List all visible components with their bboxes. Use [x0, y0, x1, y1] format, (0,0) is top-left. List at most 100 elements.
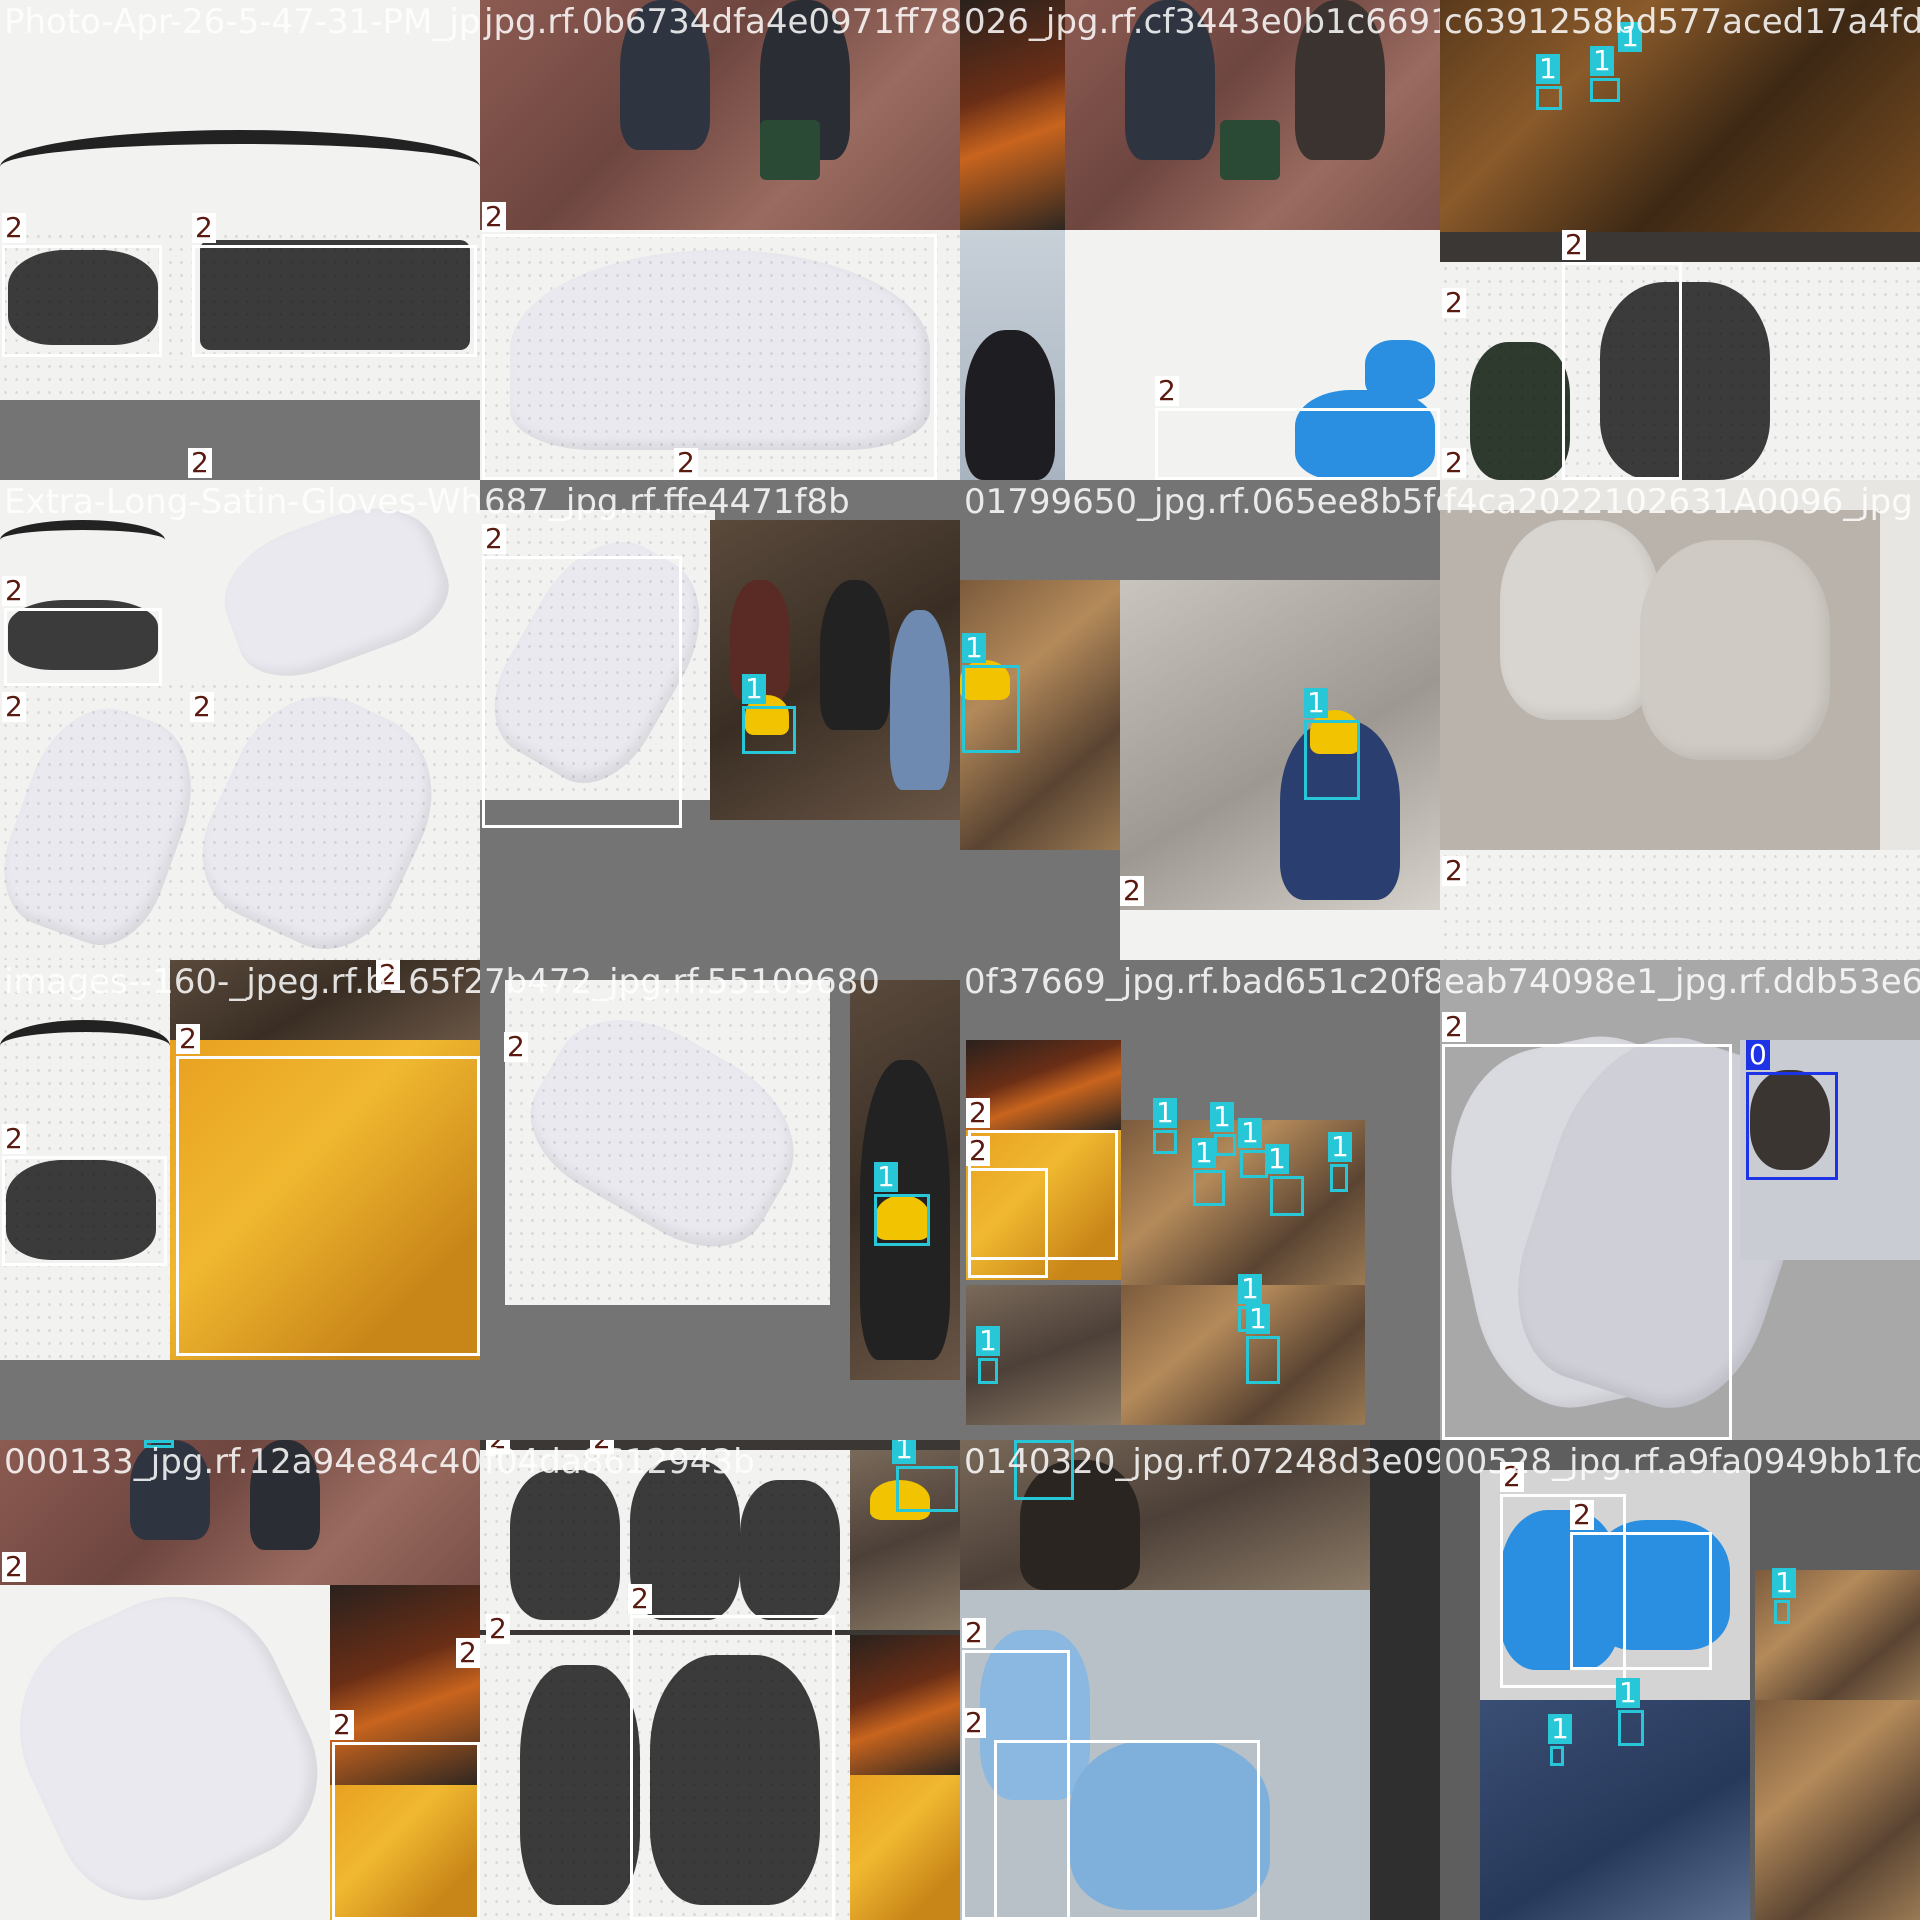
detection-label: 2 — [2, 1124, 26, 1154]
mosaic-tile: 2 2 2 Extra-Long-Satin-Gloves-Wholesale — [0, 480, 480, 960]
image-segment — [1370, 1440, 1440, 1920]
detection-box — [1590, 78, 1620, 102]
detection-label: 1 — [962, 633, 986, 663]
detection-box — [1153, 1130, 1177, 1154]
mosaic-tile: 1 1 1 2 2 2 c6391258bd577aced17a4fda — [1440, 0, 1920, 480]
detection-label: 2 — [1570, 1500, 1594, 1530]
detection-label: 2 — [456, 1638, 480, 1668]
detection-box — [2, 245, 162, 357]
image-filename: f04da8612943b — [484, 1442, 755, 1482]
detection-box — [1270, 1176, 1304, 1216]
detection-box — [968, 1168, 1048, 1278]
image-segment — [0, 680, 480, 960]
mosaic-tile: 2 2 1 2 2 f04da8612943b — [480, 1440, 960, 1920]
detection-label: 2 — [962, 1708, 986, 1738]
image-segment — [850, 1775, 960, 1920]
detection-label: 2 — [330, 1710, 354, 1740]
detection-label: 1 — [874, 1162, 898, 1192]
image-segment — [960, 230, 1065, 480]
detection-label: 2 — [2, 1552, 26, 1582]
mosaic-tile: 2 2 2 images--160-_jpeg.rf.b165f2 — [0, 960, 480, 1440]
detection-label: 2 — [2, 213, 26, 243]
detection-label: 2 — [1120, 876, 1144, 906]
image-segment — [850, 1635, 960, 1775]
detection-label: 2 — [962, 1618, 986, 1648]
detection-box — [332, 1742, 480, 1920]
detection-box — [896, 1466, 958, 1512]
detection-label: 1 — [1536, 54, 1560, 84]
detection-box — [1550, 1746, 1564, 1766]
detection-box — [962, 665, 1020, 753]
detection-label: 1 — [1246, 1304, 1270, 1334]
detection-label: 1 — [1153, 1098, 1177, 1128]
detection-box — [4, 608, 162, 686]
detection-label: 2 — [190, 692, 214, 722]
detection-box — [1214, 1134, 1236, 1156]
image-segment — [0, 1360, 480, 1440]
detection-box — [482, 556, 682, 828]
detection-box — [1618, 1710, 1644, 1746]
detection-label: 2 — [1442, 448, 1466, 478]
mosaic-tile: 2 2 1 1 1 1 1 1 1 1 1 0f37669_jpg.rf.bad… — [960, 960, 1440, 1440]
detection-label: 1 — [742, 674, 766, 704]
detection-box — [1562, 262, 1682, 480]
detection-label: 2 — [966, 1098, 990, 1128]
detection-label: 2 — [1155, 376, 1179, 406]
image-segment — [710, 520, 960, 820]
image-segment — [0, 400, 480, 480]
image-filename: Photo-Apr-26-5-47-31-PM_jpg.rf.0b6734dfa… — [4, 2, 480, 42]
mosaic-tile: 2 f4ca2022102631A0096_jpg — [1440, 480, 1920, 960]
detection-label: 2 — [2, 692, 26, 722]
detection-label: 1 — [1265, 1144, 1289, 1174]
detection-box — [742, 706, 796, 754]
detection-label: 2 — [674, 448, 698, 478]
detection-box — [1570, 1532, 1712, 1670]
detection-label: 1 — [976, 1326, 1000, 1356]
detection-label: 2 — [628, 1584, 652, 1614]
detection-box — [1330, 1164, 1348, 1192]
detection-label: 2 — [1442, 1012, 1466, 1042]
mosaic-tile: 2 2 2 Photo-Apr-26-5-47-31-PM_jpg.rf.0b6… — [0, 0, 480, 480]
detection-label: 2 — [504, 1032, 528, 1062]
detection-box — [630, 1615, 835, 1920]
image-filename: 0140320_jpg.rf.07248d3e09 — [964, 1442, 1440, 1482]
image-filename: images--160-_jpeg.rf.b165f2 — [4, 962, 480, 1002]
mosaic-tile: 1 2 2 2 000133_jpg.rf.12a94e84c40 — [0, 1440, 480, 1920]
detection-label: 2 — [176, 1024, 200, 1054]
detection-box — [978, 1358, 998, 1384]
detection-label: 2 — [966, 1136, 990, 1166]
detection-box — [994, 1740, 1260, 1920]
image-segment — [1480, 1700, 1750, 1920]
detection-box — [1246, 1336, 1280, 1384]
mosaic-tile: 2 2 jpg.rf.0b6734dfa4e0971ff786ff0220b1c… — [480, 0, 960, 480]
image-segment — [850, 980, 960, 1380]
image-segment — [505, 980, 830, 1305]
detection-box — [1240, 1150, 1268, 1178]
mosaic-tile: 2 1 687_jpg.rf.ffe4471f8b — [480, 480, 960, 960]
mosaic-tile: 2 2 1 1 1 00528_jpg.rf.a9fa0949bb1fd — [1440, 1440, 1920, 1920]
detection-box — [2, 1156, 167, 1266]
detection-label: 1 — [1590, 46, 1614, 76]
detection-box — [1155, 408, 1440, 480]
image-filename: 01799650_jpg.rf.065ee8b5fdd1 — [964, 482, 1440, 522]
detection-label: 1 — [1304, 688, 1328, 718]
detection-box — [874, 1194, 930, 1246]
image-filename: c6391258bd577aced17a4fda — [1444, 2, 1920, 42]
detection-box — [1774, 1600, 1790, 1624]
image-filename: 026_jpg.rf.cf3443e0b1c669125 — [964, 2, 1440, 42]
detection-box — [176, 1056, 480, 1356]
detection-label: 2 — [1442, 288, 1466, 318]
image-filename: 000133_jpg.rf.12a94e84c40 — [4, 1442, 480, 1482]
image-filename: Extra-Long-Satin-Gloves-Wholesale — [4, 482, 480, 522]
image-segment — [1755, 1700, 1920, 1920]
detection-label: 1 — [1616, 1678, 1640, 1708]
detection-label: 0 — [1746, 1040, 1770, 1070]
detection-label: 1 — [1548, 1714, 1572, 1744]
detection-label: 2 — [188, 448, 212, 478]
detection-label: 2 — [1442, 856, 1466, 886]
image-filename: 00528_jpg.rf.a9fa0949bb1fd — [1444, 1442, 1920, 1482]
detection-box — [1442, 1044, 1732, 1440]
detection-box — [482, 234, 937, 480]
detection-label: 2 — [486, 1614, 510, 1644]
detection-label: 1 — [1192, 1138, 1216, 1168]
